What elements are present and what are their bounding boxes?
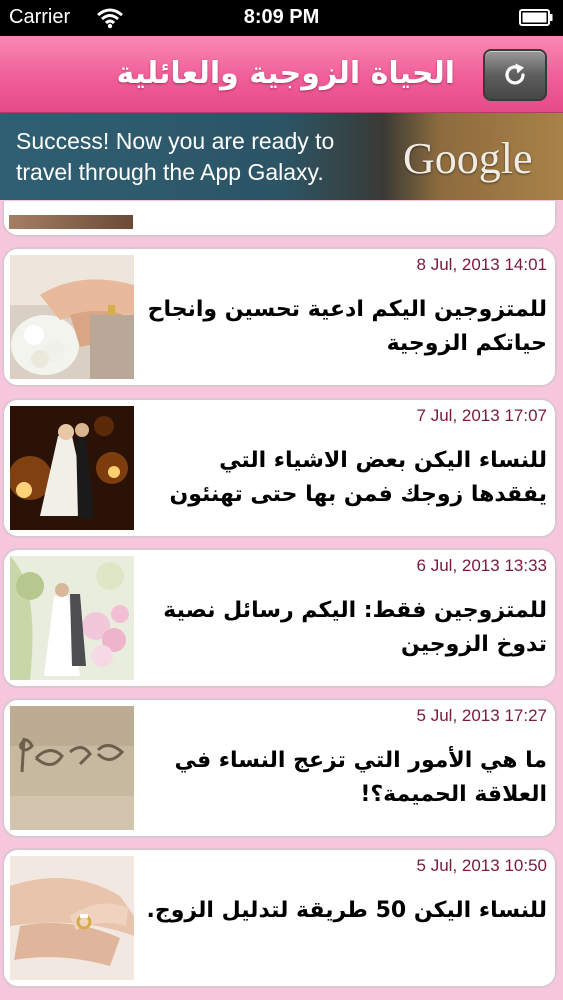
article-thumbnail [10, 255, 134, 379]
battery-icon [519, 9, 553, 26]
list-item[interactable]: 7 Jul, 2013 17:07 للنساء اليكن بعض الاشي… [2, 398, 557, 538]
google-logo: Google [403, 134, 533, 183]
navigation-bar: الحياة الزوجية والعائلية [0, 36, 563, 113]
refresh-icon [505, 63, 525, 85]
article-title: للمتزوجين اليكم ادعية تحسين وانجاح حياتك… [147, 297, 547, 356]
clock: 8:09 PM [243, 6, 320, 28]
list-item[interactable]: 6 Jul, 2013 13:33 للمتزوجين فقط: اليكم ر… [2, 548, 557, 688]
article-thumbnail [10, 706, 134, 830]
article-title: للنساء اليكن بعض الاشياء التي يفقدها زوج… [169, 448, 547, 507]
list-item[interactable]: 5 Jul, 2013 17:27 ما هي الأمور التي تزعج… [2, 698, 557, 838]
refresh-button[interactable] [483, 49, 547, 101]
article-thumbnail [9, 215, 133, 229]
list-item[interactable]: 8 Jul, 2013 14:01 للمتزوجين اليكم ادعية … [2, 247, 557, 387]
status-bar: Carrier 8:09 PM [0, 0, 563, 36]
ad-banner[interactable]: Success! Now you are ready to travel thr… [0, 113, 563, 200]
ad-text: Success! Now you are ready to travel thr… [16, 128, 335, 185]
article-date: 5 Jul, 2013 10:50 [416, 856, 547, 875]
article-date: 7 Jul, 2013 17:07 [416, 406, 547, 425]
article-date: 6 Jul, 2013 13:33 [416, 556, 547, 575]
article-thumbnail [10, 556, 134, 680]
list-item[interactable]: 5 Jul, 2013 10:50 للنساء اليكن 50 طريقة … [2, 848, 557, 988]
article-date: 5 Jul, 2013 17:27 [416, 706, 547, 725]
article-thumbnail [10, 406, 134, 530]
article-title: للمتزوجين فقط: اليكم رسائل نصية تدوخ الز… [163, 598, 547, 657]
article-title: للنساء اليكن 50 طريقة لتدليل الزوج. [146, 898, 547, 923]
article-title: ما هي الأمور التي تزعج النساء في العلاقة… [174, 748, 547, 807]
list-item-partial[interactable] [2, 201, 557, 237]
page-title: الحياة الزوجية والعائلية [116, 56, 455, 91]
article-thumbnail [10, 856, 134, 980]
article-date: 8 Jul, 2013 14:01 [416, 255, 547, 274]
article-list[interactable]: 8 Jul, 2013 14:01 للمتزوجين اليكم ادعية … [0, 201, 563, 1000]
